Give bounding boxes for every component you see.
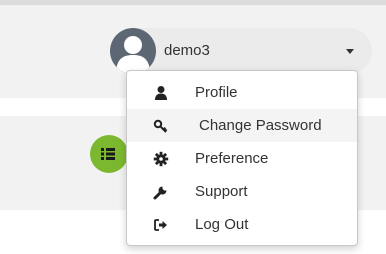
menu-item-label: Change Password <box>199 117 322 134</box>
user-silhouette-icon <box>116 36 150 74</box>
list-icon <box>101 148 115 160</box>
menu-item-label: Log Out <box>195 216 249 233</box>
sign-out-icon <box>154 219 167 231</box>
menu-item-label: Support <box>195 183 248 200</box>
menu-item-label: Profile <box>195 84 238 101</box>
menu-item-preference[interactable]: Preference <box>127 142 357 175</box>
key-icon <box>153 119 168 133</box>
user-name: demo3 <box>164 42 210 59</box>
menu-item-profile[interactable]: Profile <box>127 76 357 109</box>
wrench-icon <box>153 186 167 200</box>
list-badge[interactable] <box>90 135 128 173</box>
menu-item-change-password[interactable]: Change Password <box>127 109 357 142</box>
caret-down-icon <box>346 49 354 54</box>
menu-item-label: Preference <box>195 150 269 167</box>
user-dropdown-menu: Profile Change Password Preference Suppo… <box>126 70 358 246</box>
user-icon <box>155 86 167 100</box>
menu-item-log-out[interactable]: Log Out <box>127 208 357 241</box>
user-menu-toggle[interactable]: demo3 <box>110 28 372 74</box>
avatar <box>110 28 156 74</box>
menu-item-support[interactable]: Support <box>127 175 357 208</box>
gear-icon <box>153 151 169 167</box>
